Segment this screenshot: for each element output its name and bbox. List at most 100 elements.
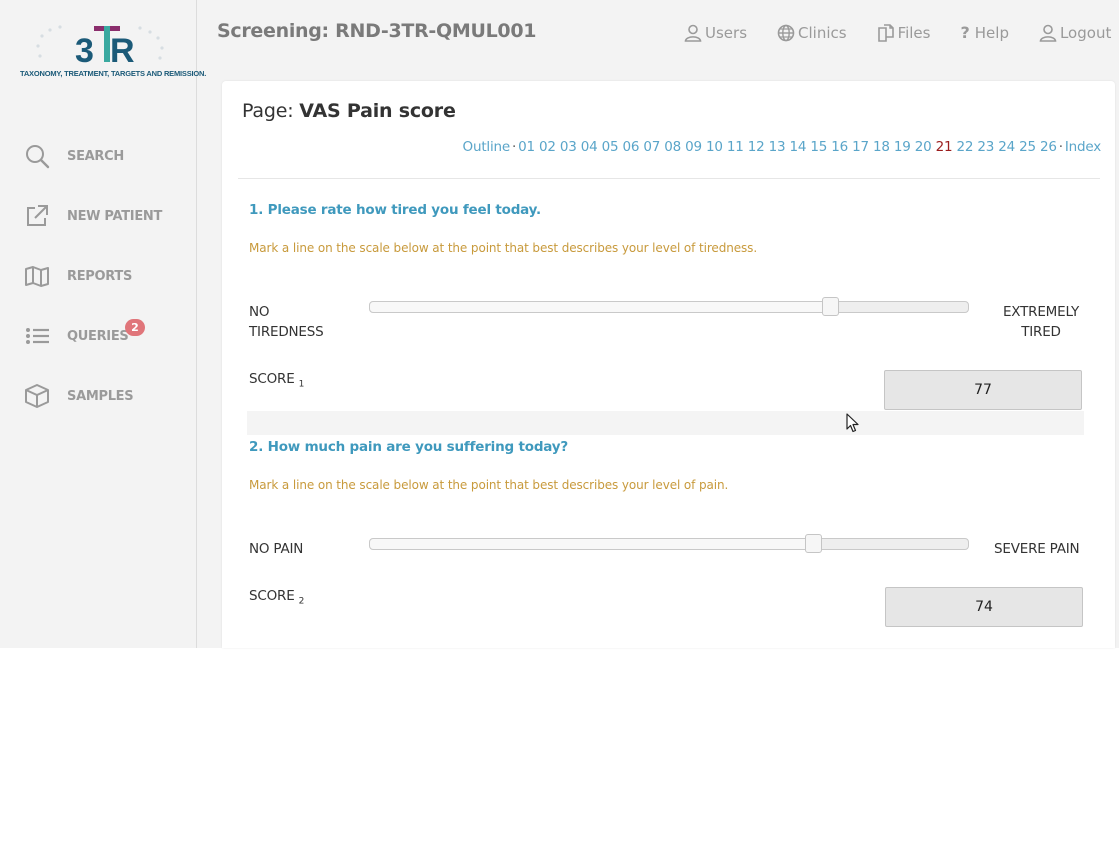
queries-count-badge: 2	[125, 319, 145, 336]
score-1-field[interactable]: 77	[884, 370, 1082, 410]
question-1-slider[interactable]	[369, 297, 969, 316]
question-1-max-label: EXTREMELY TIRED	[992, 302, 1090, 342]
question-1-max-label-line2: TIRED	[1021, 324, 1061, 340]
pager-page-01[interactable]: 01	[518, 139, 535, 155]
files-icon	[877, 23, 894, 42]
pager-page-21[interactable]: 21	[936, 139, 953, 155]
score-1-label-sub: 1	[298, 379, 305, 390]
score-1-label-text: SCORE	[249, 371, 295, 387]
score-1-label: SCORE 1	[249, 371, 304, 390]
sidebar-item-search[interactable]: SEARCH	[0, 126, 196, 186]
question-2-instruction: Mark a line on the scale below at the po…	[249, 478, 729, 492]
pager-separator: ·	[511, 139, 517, 155]
pager-page-18[interactable]: 18	[873, 139, 890, 155]
pager-page-19[interactable]: 19	[894, 139, 911, 155]
topnav-logout[interactable]: Logout	[1039, 23, 1111, 42]
page-heading: Page: VAS Pain score	[242, 100, 456, 122]
3tr-logo-icon: 3 R	[36, 25, 164, 68]
pager-page-02[interactable]: 02	[539, 139, 556, 155]
section-separator	[247, 411, 1084, 435]
app-shell: 3 R TAXONOMY, TREATMENT, TARGETS AND REM…	[0, 0, 1119, 648]
external-link-icon	[24, 203, 50, 229]
pager-page-09[interactable]: 09	[685, 139, 702, 155]
box-icon	[24, 383, 50, 409]
topnav-clinics-label: Clinics	[798, 23, 847, 42]
pager-outline-link[interactable]: Outline	[463, 139, 511, 155]
logo-tagline: TAXONOMY, TREATMENT, TARGETS AND REMISSI…	[20, 69, 207, 78]
pager-page-22[interactable]: 22	[956, 139, 973, 155]
pager-page-05[interactable]: 05	[602, 139, 619, 155]
pager-separator: ·	[1058, 139, 1063, 155]
page-heading-prefix: Page:	[242, 100, 294, 122]
question-1-title: 1. Please rate how tired you feel today.	[249, 202, 541, 218]
question-1-min-label: NO TIREDNESS	[249, 302, 324, 342]
pager-page-26[interactable]: 26	[1040, 139, 1057, 155]
pager-page-06[interactable]: 06	[622, 139, 639, 155]
sidebar-item-reports[interactable]: REPORTS	[0, 246, 196, 306]
pager-page-13[interactable]: 13	[769, 139, 786, 155]
pager-page-25[interactable]: 25	[1019, 139, 1036, 155]
question-1-min-label-line2: TIREDNESS	[249, 324, 324, 340]
question-2-max-label: SEVERE PAIN	[994, 541, 1080, 557]
topnav-logout-label: Logout	[1059, 23, 1112, 42]
sidebar-nav: SEARCH NEW PATIENT REPORTS QUERIES 2 SAM…	[0, 126, 196, 426]
slider-fill	[370, 539, 813, 549]
slider-thumb[interactable]	[804, 534, 822, 553]
score-2-field[interactable]: 74	[885, 587, 1083, 627]
map-icon	[24, 263, 50, 289]
pager-page-12[interactable]: 12	[748, 139, 765, 155]
sidebar-item-label: NEW PATIENT	[67, 208, 163, 224]
score-2-label-text: SCORE	[249, 588, 295, 604]
logo[interactable]: 3 R TAXONOMY, TREATMENT, TARGETS AND REM…	[20, 22, 207, 82]
topnav-files-label: Files	[897, 23, 931, 42]
sidebar-item-new-patient[interactable]: NEW PATIENT	[0, 186, 196, 246]
topnav-clinics[interactable]: Clinics	[777, 23, 847, 42]
sidebar-item-label: SEARCH	[67, 148, 124, 164]
top-navigation: Users Clinics Files ? Help Logout	[684, 23, 1111, 42]
pager-page-10[interactable]: 10	[706, 139, 723, 155]
svg-text:R: R	[110, 32, 135, 68]
pager-index-link[interactable]: Index	[1065, 139, 1101, 155]
sidebar: 3 R TAXONOMY, TREATMENT, TARGETS AND REM…	[0, 0, 207, 648]
sidebar-item-label: SAMPLES	[67, 388, 134, 404]
question-1-min-label-line1: NO	[249, 304, 270, 320]
sidebar-item-queries[interactable]: QUERIES 2	[0, 306, 196, 366]
question-2-slider[interactable]	[369, 534, 969, 553]
pager-page-17[interactable]: 17	[852, 139, 869, 155]
question-2-title: 2. How much pain are you suffering today…	[249, 439, 569, 455]
topnav-users[interactable]: Users	[684, 23, 747, 42]
pager-pages: 01 02 03 04 05 06 07 08 09 10 11 12 13 1…	[518, 139, 1057, 155]
pager-page-03[interactable]: 03	[560, 139, 577, 155]
topnav-files[interactable]: Files	[877, 23, 931, 42]
page-pager: Outline · 01 02 03 04 05 06 07 08 09 10 11…	[463, 139, 1102, 155]
slider-thumb[interactable]	[822, 297, 840, 316]
mouse-pointer-icon	[846, 413, 859, 433]
svg-text:3: 3	[75, 32, 94, 68]
pager-page-23[interactable]: 23	[977, 139, 994, 155]
pager-page-24[interactable]: 24	[998, 139, 1015, 155]
form-card: Page: VAS Pain score Outline · 01 02 03 04…	[222, 81, 1115, 648]
topnav-help[interactable]: ? Help	[960, 23, 1008, 42]
question-1-instruction: Mark a line on the scale below at the po…	[249, 241, 758, 255]
pager-page-15[interactable]: 15	[810, 139, 827, 155]
help-icon: ?	[960, 23, 970, 42]
pager-page-04[interactable]: 04	[581, 139, 598, 155]
user-icon	[684, 24, 702, 42]
pager-page-20[interactable]: 20	[915, 139, 932, 155]
pager-page-07[interactable]: 07	[643, 139, 660, 155]
sidebar-item-label: QUERIES	[67, 328, 129, 344]
question-2-min-label: NO PAIN	[249, 541, 304, 557]
score-2-label-sub: 2	[298, 596, 305, 607]
user-icon	[1039, 24, 1057, 42]
sidebar-item-label: REPORTS	[67, 268, 133, 284]
pager-page-14[interactable]: 14	[789, 139, 806, 155]
sidebar-item-samples[interactable]: SAMPLES	[0, 366, 196, 426]
pager-page-11[interactable]: 11	[727, 139, 744, 155]
list-icon	[24, 323, 50, 349]
slider-fill	[370, 302, 831, 312]
pager-page-08[interactable]: 08	[664, 139, 681, 155]
topnav-help-label: Help	[974, 23, 1009, 42]
score-2-label: SCORE 2	[249, 588, 304, 607]
pager-page-16[interactable]: 16	[831, 139, 848, 155]
search-icon	[24, 143, 50, 169]
